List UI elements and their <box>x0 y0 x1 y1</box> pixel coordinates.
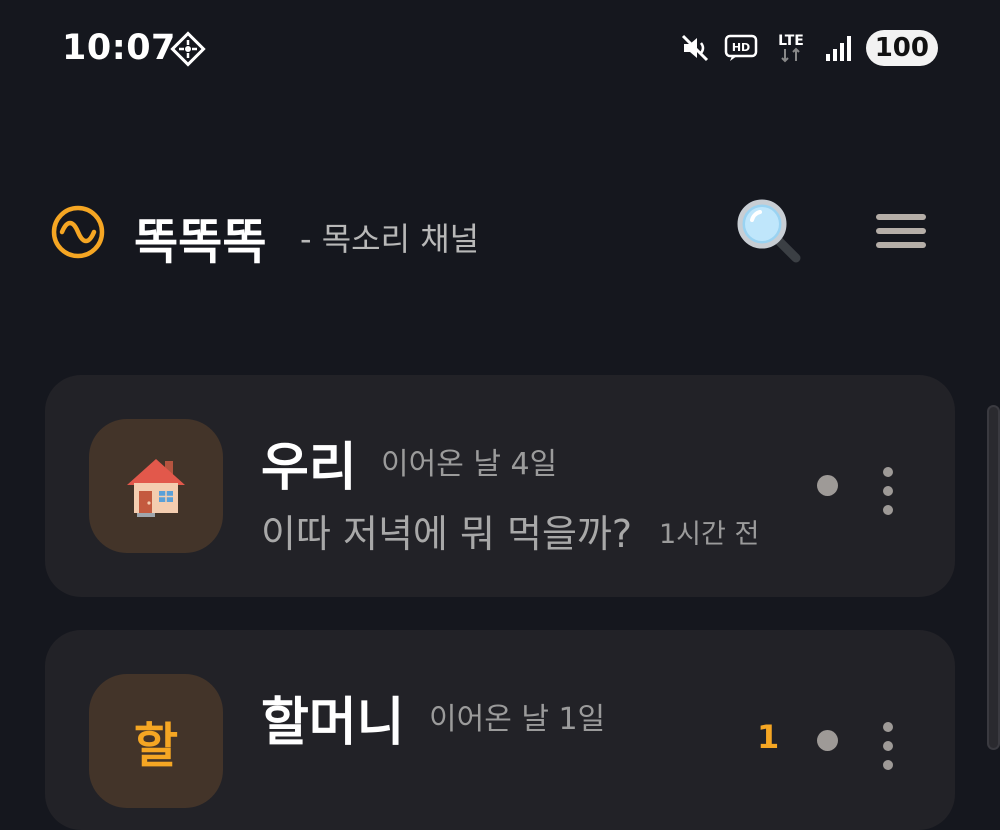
more-icon-dot <box>883 760 893 770</box>
app-subtitle: - 목소리 채널 <box>300 220 480 258</box>
channel-avatar: 할 <box>89 674 223 808</box>
scrollbar[interactable] <box>987 405 1000 750</box>
channel-streak: 이어온 날 1일 <box>429 702 606 737</box>
hd-voice-icon: HD <box>724 34 757 61</box>
svg-text:LTE: LTE <box>778 33 804 49</box>
app-title: 똑똑똑 <box>134 214 267 270</box>
mute-icon <box>681 34 708 62</box>
lte-data-icon: LTE <box>778 33 804 63</box>
status-time: 10:07 <box>62 28 176 68</box>
channel-card[interactable]: 우리 이어온 날 4일 이따 저녁에 뭐 먹을까? 1시간 전 <box>45 375 955 597</box>
channel-streak: 이어온 날 4일 <box>381 447 558 482</box>
more-icon-dot <box>883 505 893 515</box>
signal-icon <box>825 36 851 61</box>
svg-text:HD: HD <box>732 41 750 54</box>
battery-indicator: 100 <box>865 30 938 66</box>
channel-message-time: 1시간 전 <box>659 519 760 550</box>
more-icon-dot <box>883 722 893 732</box>
more-icon-dot <box>883 486 893 496</box>
vpn-icon <box>170 31 206 67</box>
search-button[interactable] <box>734 196 802 264</box>
more-options-button[interactable] <box>871 463 905 519</box>
menu-button[interactable] <box>874 204 928 258</box>
unread-count: 1 <box>757 718 780 756</box>
status-dot <box>817 475 838 496</box>
status-dot <box>817 730 838 751</box>
avatar-letter: 할 <box>133 718 179 774</box>
house-icon <box>127 459 185 517</box>
channel-avatar <box>89 419 223 553</box>
status-bar: 10:07 HD LTE 100 <box>0 0 1000 96</box>
status-icons: HD LTE 100 <box>680 28 938 68</box>
channel-name: 할머니 <box>261 693 405 753</box>
channel-name: 우리 <box>261 438 357 498</box>
more-options-button[interactable] <box>871 718 905 774</box>
more-icon-dot <box>883 467 893 477</box>
wave-circle-icon <box>51 205 105 259</box>
channel-last-message: 이따 저녁에 뭐 먹을까? <box>261 512 633 556</box>
app-bar: 똑똑똑 - 목소리 채널 <box>0 190 1000 274</box>
channel-card[interactable]: 할 할머니 이어온 날 1일 1 <box>45 630 955 830</box>
